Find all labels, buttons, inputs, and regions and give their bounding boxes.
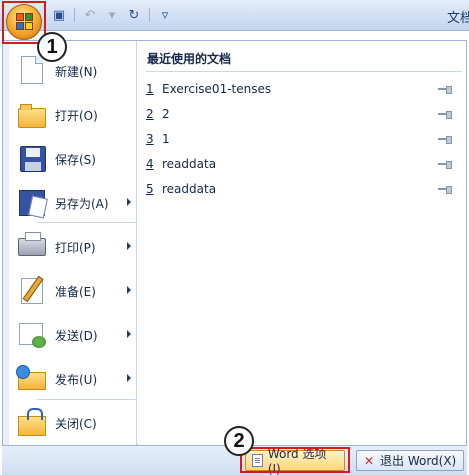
menu-item-prepare[interactable]: 准备(E) xyxy=(9,269,137,313)
recent-documents-title: 最近使用的文档 xyxy=(147,52,232,66)
recent-document-number: 4 xyxy=(146,157,154,171)
recent-document-number: 3 xyxy=(146,132,154,146)
qat-separator xyxy=(149,8,150,22)
office-menu: 新建(N) 打开(O) 保存(S) 另存为(A) 打印(P) 准备(E) 发送(… xyxy=(2,40,467,445)
menu-item-open[interactable]: 打开(O) xyxy=(9,93,137,137)
redo-icon[interactable]: ↻ xyxy=(125,6,143,24)
recent-document-item[interactable]: 5 readdata xyxy=(146,178,460,200)
title-bar: ▣ ↶ ▾ ↻ ▿ 文档 xyxy=(0,0,469,31)
menu-item-label: 发送(D) xyxy=(55,328,98,343)
submenu-arrow-icon xyxy=(127,330,131,338)
menu-item-new[interactable]: 新建(N) xyxy=(9,49,137,93)
recent-document-item[interactable]: 3 1 xyxy=(146,128,460,150)
window-title: 文档 xyxy=(447,11,469,26)
submenu-arrow-icon xyxy=(127,286,131,294)
recent-document-number: 2 xyxy=(146,107,154,121)
pin-icon[interactable] xyxy=(438,161,452,169)
menu-item-publish[interactable]: 发布(U) xyxy=(9,357,137,401)
recent-document-name: 2 xyxy=(162,107,170,121)
submenu-arrow-icon xyxy=(127,242,131,250)
menu-item-send[interactable]: 发送(D) xyxy=(9,313,137,357)
recent-document-name: 1 xyxy=(162,132,170,146)
undo-dropdown-icon[interactable]: ▾ xyxy=(103,6,121,24)
submenu-arrow-icon xyxy=(127,374,131,382)
menu-item-label: 保存(S) xyxy=(55,152,96,167)
recent-document-number: 1 xyxy=(146,82,154,96)
menu-separator xyxy=(37,222,137,223)
pin-icon[interactable] xyxy=(438,86,452,94)
pin-icon[interactable] xyxy=(438,111,452,119)
menu-item-label: 打开(O) xyxy=(55,108,98,123)
prepare-icon xyxy=(17,276,47,306)
menu-item-close[interactable]: 关闭(C) xyxy=(9,401,137,445)
menu-item-label: 另存为(A) xyxy=(55,196,109,211)
save-as-icon xyxy=(17,188,47,218)
callout-number: 1 xyxy=(37,32,67,62)
menu-item-print[interactable]: 打印(P) xyxy=(9,225,137,269)
new-document-icon xyxy=(17,56,47,86)
recent-document-number: 5 xyxy=(146,182,154,196)
qat-separator xyxy=(74,8,75,22)
office-menu-commands: 新建(N) 打开(O) 保存(S) 另存为(A) 打印(P) 准备(E) 发送(… xyxy=(3,41,137,445)
recent-document-name: readdata xyxy=(162,157,217,171)
menu-item-label: 新建(N) xyxy=(55,64,98,79)
menu-separator xyxy=(37,399,137,400)
menu-item-label: 打印(P) xyxy=(55,240,96,255)
pin-icon[interactable] xyxy=(438,186,452,194)
undo-icon[interactable]: ↶ xyxy=(81,6,99,24)
menu-item-label: 发布(U) xyxy=(55,372,98,387)
save-disk-icon xyxy=(17,144,47,174)
menu-item-save-as[interactable]: 另存为(A) xyxy=(9,181,137,225)
publish-icon xyxy=(16,364,47,394)
save-icon[interactable]: ▣ xyxy=(50,6,68,24)
exit-icon: ✕ xyxy=(363,453,375,468)
quick-access-toolbar: ▣ ↶ ▾ ↻ ▿ xyxy=(50,5,174,25)
recent-document-item[interactable]: 1 Exercise01-tenses xyxy=(146,78,460,100)
callout-number: 2 xyxy=(224,426,254,456)
menu-item-label: 准备(E) xyxy=(55,284,96,299)
recent-documents-pane: 最近使用的文档 1 Exercise01-tenses 2 2 3 1 4 re… xyxy=(138,41,466,445)
submenu-arrow-icon xyxy=(127,198,131,206)
pin-icon[interactable] xyxy=(438,136,452,144)
close-folder-icon xyxy=(17,408,47,438)
recent-document-item[interactable]: 2 2 xyxy=(146,103,460,125)
exit-word-button[interactable]: ✕ 退出 Word(X) xyxy=(356,450,464,471)
customize-qat-icon[interactable]: ▿ xyxy=(156,6,174,24)
divider xyxy=(146,71,462,72)
recent-document-item[interactable]: 4 readdata xyxy=(146,153,460,175)
open-folder-icon xyxy=(17,100,47,130)
menu-item-save[interactable]: 保存(S) xyxy=(9,137,137,181)
word-options-highlight xyxy=(240,447,350,473)
send-icon xyxy=(17,320,47,350)
exit-word-label: 退出 Word(X) xyxy=(380,454,457,468)
recent-document-name: readdata xyxy=(162,182,217,196)
printer-icon xyxy=(17,232,47,262)
menu-item-label: 关闭(C) xyxy=(55,416,97,431)
recent-document-name: Exercise01-tenses xyxy=(162,82,272,96)
